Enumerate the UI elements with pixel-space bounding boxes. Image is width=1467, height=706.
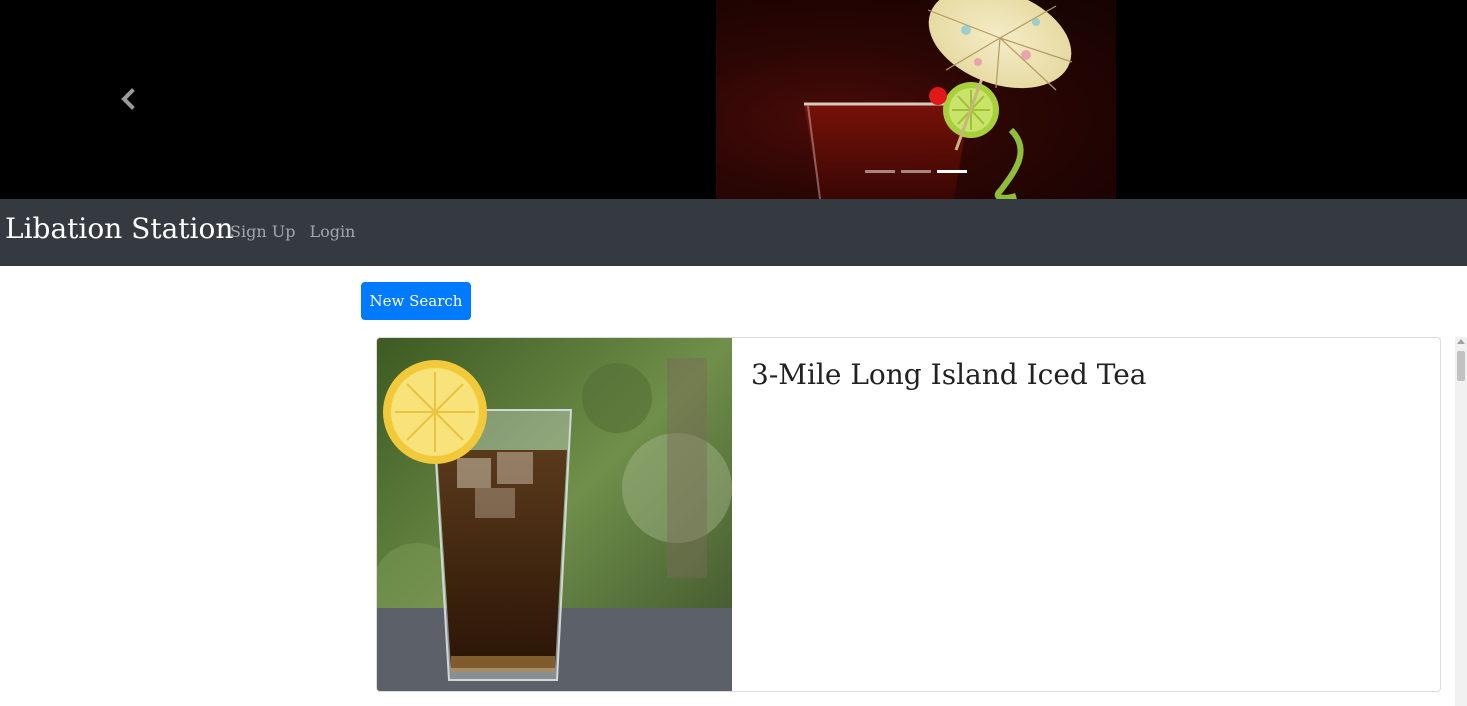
nav-link-login[interactable]: Login (309, 221, 355, 243)
scrollbar-thumb[interactable] (1457, 351, 1465, 381)
navbar: Libation Station Sign Up Login (0, 199, 1467, 266)
drink-image[interactable] (377, 338, 732, 691)
nav-links: Sign Up Login (230, 221, 355, 243)
drink-title[interactable]: 3-Mile Long Island Iced Tea (751, 358, 1146, 392)
scrollbar[interactable] (1455, 337, 1467, 706)
carousel-indicator[interactable] (865, 170, 895, 173)
drink-result-card[interactable]: 3-Mile Long Island Iced Tea (376, 337, 1441, 692)
chevron-left-icon (121, 88, 135, 110)
new-search-button[interactable]: New Search (361, 282, 471, 320)
carousel-indicators (865, 170, 967, 173)
carousel-indicator-active[interactable] (937, 170, 967, 173)
brand-link[interactable]: Libation Station (5, 211, 233, 247)
nav-link-sign-up[interactable]: Sign Up (230, 221, 295, 243)
scroll-up-arrow-icon[interactable] (1457, 339, 1465, 344)
iced-tea-photo (377, 338, 732, 691)
hero-carousel (0, 0, 1467, 199)
carousel-prev-button[interactable] (116, 86, 142, 112)
carousel-indicator[interactable] (901, 170, 931, 173)
